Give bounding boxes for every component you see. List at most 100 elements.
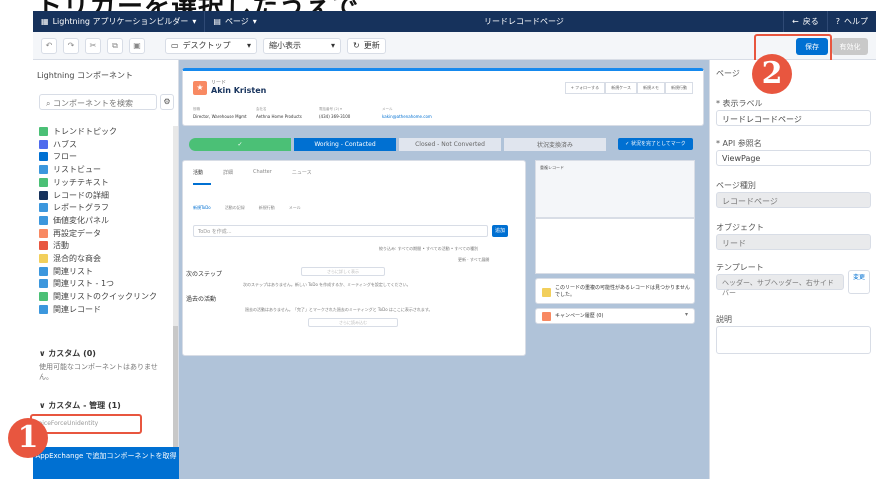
todo-input[interactable]: ToDo を作成... <box>193 225 488 237</box>
page-label-label: * 表示ラベル <box>716 99 763 108</box>
copy-button[interactable]: ⧉ <box>107 37 123 54</box>
record-tab[interactable]: Chatter <box>253 169 272 176</box>
template-value: ヘッダー、サブヘッダー、右サイドバー <box>716 274 844 297</box>
chevron-down-icon: ▾ <box>192 17 197 26</box>
search-icon: ⌕ <box>46 99 54 108</box>
activity-subtab[interactable]: 活動の記録 <box>225 205 245 211</box>
activity-subtab[interactable]: 新規行動 <box>259 205 275 211</box>
custom-section-header[interactable]: ∨ カスタム (0) <box>39 348 96 359</box>
path-step[interactable]: 状況変換済み <box>504 138 606 151</box>
refresh-button[interactable]: ↻ 更新 <box>347 37 386 54</box>
managed-section-header[interactable]: ∨ カスタム - 管理 (1) <box>39 400 121 411</box>
device-select[interactable]: ▭ デスクトップ ▾ <box>165 37 257 54</box>
cut-button[interactable]: ✂ <box>85 37 101 54</box>
appexchange-button[interactable]: AppExchange で追加コンポーネントを取得 <box>33 447 179 479</box>
more-steps-button[interactable]: さらに詳しく表示 <box>301 267 385 276</box>
component-item[interactable]: レコードの詳細 <box>39 190 109 201</box>
redo-button[interactable]: ↷ <box>63 37 79 54</box>
api-name-input[interactable]: ViewPage <box>716 150 871 166</box>
gear-icon: ⚙ <box>163 97 171 106</box>
page-menu[interactable]: ▤ ページ ▾ <box>204 11 264 32</box>
component-item[interactable]: 関連リスト - 1つ <box>39 278 114 289</box>
chevron-down-icon[interactable]: ▾ <box>685 311 688 318</box>
header-action-button[interactable]: 新規行動 <box>665 82 693 94</box>
paste-button[interactable]: ▣ <box>129 37 145 54</box>
component-item[interactable]: 活動 <box>39 240 69 251</box>
component-item[interactable]: 混合的な商会 <box>39 253 101 264</box>
campaign-history-card[interactable]: キャンペーン履歴 (0) ▾ <box>535 308 695 324</box>
undo-button[interactable]: ↶ <box>41 37 57 54</box>
component-icon <box>39 215 48 225</box>
duplicate-result-card: このリードの重複の可能性があるレコードは見つかりませんでした。 <box>535 278 695 304</box>
header-field-value[interactable]: kakin@athenahome.com <box>382 114 432 119</box>
activity-subtab[interactable]: 新規ToDo <box>193 205 211 211</box>
component-item[interactable]: フロー <box>39 151 77 162</box>
past-activity-note: 過去の活動はありません。「完了」とマークされた過去のミーティングと ToDo は… <box>245 307 433 312</box>
activity-filter-text[interactable]: 絞り込み: すべての期間 • すべての活動 • すべての種別 <box>379 246 478 252</box>
component-icon <box>39 127 48 136</box>
component-icon <box>39 177 48 187</box>
record-tab[interactable]: 活動 <box>193 169 203 176</box>
record-name: Akin Kristen <box>211 86 267 95</box>
change-template-button[interactable]: 変更 <box>848 270 870 294</box>
header-action-button[interactable]: 新規メモ <box>637 82 665 94</box>
back-button[interactable]: ← 戻る <box>783 11 827 32</box>
component-icon <box>39 152 48 162</box>
path-step[interactable]: Working - Contacted <box>294 138 396 151</box>
header-field-label: 電話番号 (2) ▾ <box>319 107 342 111</box>
component-label: 関連リスト <box>53 266 93 276</box>
paste-icon: ▣ <box>133 41 141 50</box>
template-label: テンプレート <box>716 263 764 272</box>
step-badge-2: 2 <box>752 54 792 94</box>
header-field-label: 会社名 <box>256 107 267 111</box>
component-icon <box>39 165 48 175</box>
component-item[interactable]: 関連リスト <box>39 266 93 277</box>
header-action-button[interactable]: 新規ケース <box>605 82 637 94</box>
path-step[interactable]: Closed - Not Converted <box>399 138 501 151</box>
component-icon <box>39 228 48 238</box>
app-menu[interactable]: ▦ Lightning アプリケーションビルダー ▾ <box>33 11 204 32</box>
record-header-card[interactable]: ★ リード Akin Kristen + フォローする 新規ケース 新規メモ 新規行動… <box>182 68 704 126</box>
view-value: 縮小表示 <box>269 41 301 50</box>
chevron-down-icon: ∨ <box>39 401 49 410</box>
active-tab-indicator <box>193 183 211 185</box>
view-select[interactable]: 縮小表示 ▾ <box>263 37 341 54</box>
help-icon: ? <box>835 17 840 26</box>
component-label: リストビュー <box>53 165 101 175</box>
component-label: フロー <box>53 152 77 162</box>
component-item[interactable]: 再設定データ <box>39 228 101 239</box>
component-search-input[interactable]: ⌕ コンポーネントを検索 <box>39 94 157 110</box>
component-item[interactable]: 価値変化パネル <box>39 215 109 226</box>
page-label-input[interactable]: リードレコードページ <box>716 110 871 126</box>
activity-subtab[interactable]: メール <box>289 205 301 211</box>
settings-gear-button[interactable]: ⚙ <box>160 94 174 110</box>
component-label: 関連リストのクイックリンク <box>53 292 157 302</box>
component-item[interactable]: トレンドトピック <box>39 126 117 137</box>
help-button[interactable]: ? ヘルプ <box>826 11 876 32</box>
scroll-thumb[interactable] <box>173 326 178 466</box>
path-step[interactable]: ✓ <box>189 138 291 151</box>
activate-button[interactable]: 有効化 <box>832 38 868 55</box>
mark-status-complete-button[interactable]: ✓ 状況を完了としてマーク <box>618 138 693 150</box>
component-icon <box>39 279 48 289</box>
component-item[interactable]: リストビュー <box>39 164 101 175</box>
header-field-label: 役職 <box>193 107 200 111</box>
duplicate-icon <box>542 288 551 297</box>
component-item[interactable]: レポートグラフ <box>39 202 109 213</box>
app-title: Lightning アプリケーションビルダー <box>52 17 189 26</box>
add-todo-button[interactable]: 追加 <box>492 225 508 237</box>
component-item[interactable]: 関連レコード <box>39 304 101 315</box>
activity-subtabs: 新規ToDo 活動の記録 新規行動 メール <box>193 205 301 211</box>
components-panel-title: Lightning コンポーネント <box>37 71 133 80</box>
description-textarea[interactable] <box>716 326 871 354</box>
component-item[interactable]: リッチテキスト <box>39 177 109 188</box>
record-tab[interactable]: 詳細 <box>223 169 233 176</box>
load-more-button[interactable]: さらに読み込む <box>308 318 398 327</box>
expand-all-link[interactable]: 更新 · すべて展開 <box>458 257 489 263</box>
desktop-icon: ▭ <box>171 41 179 50</box>
component-scrollbar[interactable] <box>173 126 178 466</box>
component-item[interactable]: ハブス <box>39 139 77 150</box>
component-item[interactable]: 関連リストのクイックリンク <box>39 291 157 302</box>
record-tab[interactable]: ニュース <box>292 169 312 176</box>
header-action-button[interactable]: + フォローする <box>564 82 606 94</box>
